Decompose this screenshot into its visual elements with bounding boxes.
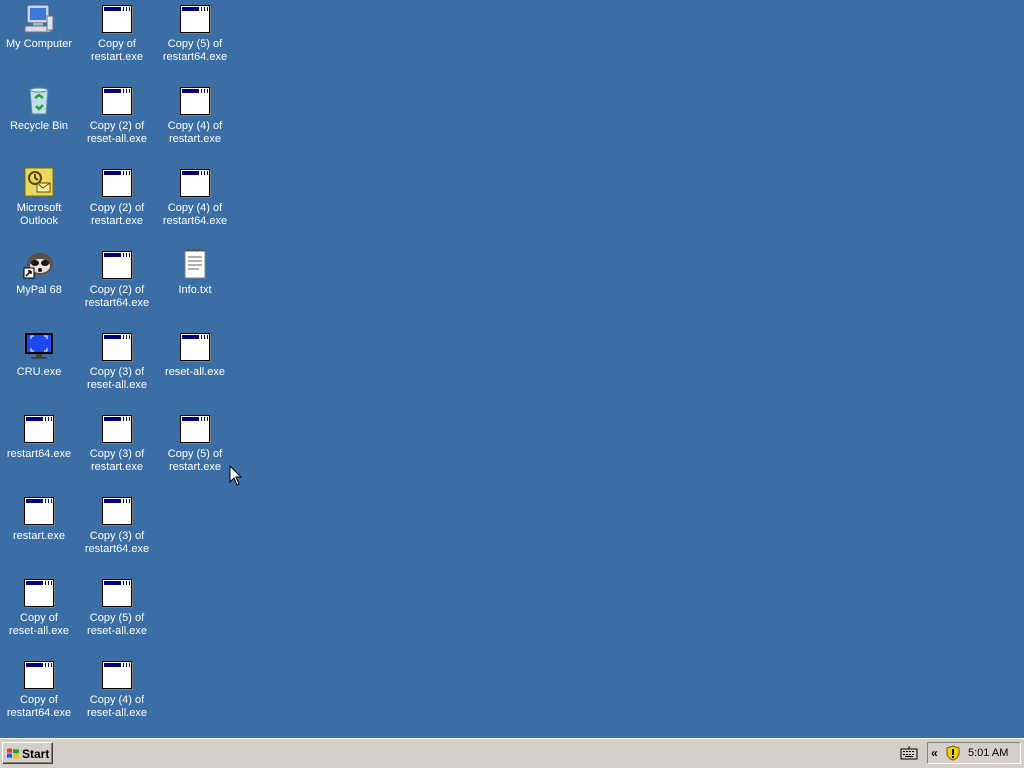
desktop-icon-restart-exe[interactable]: restart.exe [0, 492, 78, 574]
desktop-icon-copy-3-of-reset-all-exe[interactable]: Copy (3) of reset-all.exe [78, 328, 156, 410]
clock[interactable]: 5:01 AM [968, 743, 1008, 763]
desktop-icon-label: Copy of restart.exe [91, 38, 143, 63]
app-window-icon [179, 412, 211, 444]
text-file-icon [184, 249, 206, 279]
desktop-icon-copy-of-restart64-exe[interactable]: Copy of restart64.exe [0, 656, 78, 738]
app-window-icon [179, 166, 211, 198]
desktop-icon-label: Copy (5) of restart64.exe [162, 38, 228, 63]
desktop-icon-restart64-exe[interactable]: restart64.exe [0, 410, 78, 492]
app-window-icon [179, 330, 211, 362]
desktop-icon-label: Copy (3) of restart.exe [89, 448, 145, 473]
desktop-icon-label: Info.txt [178, 284, 212, 296]
app-window-icon [101, 412, 133, 444]
desktop-icon-label: Copy (5) of reset-all.exe [87, 612, 147, 637]
desktop-icon-label: Copy (4) of reset-all.exe [87, 694, 147, 719]
desktop-icon-label: Microsoft Outlook [16, 202, 62, 227]
desktop-icon-label: CRU.exe [16, 366, 62, 378]
app-window-icon [179, 2, 211, 34]
desktop-icon-label: restart64.exe [6, 448, 72, 460]
desktop-icon-copy-4-of-reset-all-exe[interactable]: Copy (4) of reset-all.exe [78, 656, 156, 738]
desktop-icon-label: Copy (2) of reset-all.exe [87, 120, 147, 145]
desktop-icon-label: Copy (2) of restart64.exe [84, 284, 150, 309]
app-window-icon [101, 330, 133, 362]
desktop-icon-label: Copy (5) of restart.exe [167, 448, 223, 473]
app-window-icon [23, 494, 55, 526]
desktop-icon-label: reset-all.exe [165, 366, 225, 378]
desktop-icon-copy-5-of-reset-all-exe[interactable]: Copy (5) of reset-all.exe [78, 574, 156, 656]
my-computer-icon [24, 4, 54, 33]
recycle-bin-icon [29, 87, 49, 115]
app-window-icon [101, 166, 133, 198]
desktop-icon-label: Copy of reset-all.exe [9, 612, 69, 637]
app-window-icon [23, 576, 55, 608]
desktop[interactable]: My Computer Recycle Bin Microsoft Outlook M… [0, 0, 1024, 738]
desktop-icon-copy-2-of-reset-all-exe[interactable]: Copy (2) of reset-all.exe [78, 82, 156, 164]
desktop-icon-copy-of-restart-exe[interactable]: Copy of restart.exe [78, 0, 156, 82]
desktop-icon-copy-3-of-restart-exe[interactable]: Copy (3) of restart.exe [78, 410, 156, 492]
desktop-icon-label: Copy (3) of restart64.exe [84, 530, 150, 555]
desktop-icon-recycle-bin[interactable]: Recycle Bin [0, 82, 78, 164]
keyboard-icon[interactable] [900, 746, 918, 760]
desktop-icon-label: Copy (3) of reset-all.exe [87, 366, 147, 391]
desktop-icon-label: Copy (2) of restart.exe [89, 202, 145, 227]
desktop-icon-label: Recycle Bin [9, 120, 69, 132]
tray-expand-button[interactable]: « [931, 743, 938, 763]
system-tray: « 5:01 AM [927, 742, 1021, 764]
desktop-icon-reset-all-exe[interactable]: reset-all.exe [156, 328, 234, 410]
desktop-icon-copy-5-of-restart-exe[interactable]: Copy (5) of restart.exe [156, 410, 234, 492]
shield-icon[interactable] [945, 745, 961, 761]
app-window-icon [101, 494, 133, 526]
mouse-cursor-icon [229, 465, 243, 486]
desktop-icon-copy-5-of-restart64-exe[interactable]: Copy (5) of restart64.exe [156, 0, 234, 82]
desktop-icon-copy-2-of-restart64-exe[interactable]: Copy (2) of restart64.exe [78, 246, 156, 328]
desktop-icon-label: MyPal 68 [16, 284, 62, 296]
app-window-icon [179, 84, 211, 116]
desktop-icon-copy-2-of-restart-exe[interactable]: Copy (2) of restart.exe [78, 164, 156, 246]
app-window-icon [101, 2, 133, 34]
app-window-icon [101, 248, 133, 280]
desktop-icon-my-computer[interactable]: My Computer [0, 0, 78, 82]
desktop-icon-label: Copy of restart64.exe [6, 694, 72, 719]
desktop-icon-microsoft-outlook[interactable]: Microsoft Outlook [0, 164, 78, 246]
desktop-icon-mypal-68[interactable]: MyPal 68 [0, 246, 78, 328]
app-window-icon [101, 658, 133, 690]
app-window-icon [23, 658, 55, 690]
app-window-icon [101, 84, 133, 116]
desktop-icon-copy-3-of-restart64-exe[interactable]: Copy (3) of restart64.exe [78, 492, 156, 574]
desktop-icon-info-txt[interactable]: Info.txt [156, 246, 234, 328]
taskbar: Start « 5:01 AM [0, 738, 1024, 768]
start-button[interactable]: Start [2, 742, 53, 764]
desktop-icon-copy-4-of-restart64-exe[interactable]: Copy (4) of restart64.exe [156, 164, 234, 246]
start-label: Start [22, 747, 50, 761]
windows-flag-icon [7, 748, 19, 759]
mypal-icon [23, 253, 53, 279]
desktop-icon-label: restart.exe [13, 530, 65, 542]
app-window-icon [23, 412, 55, 444]
desktop-icon-cru-exe[interactable]: CRU.exe [0, 328, 78, 410]
desktop-icon-label: My Computer [5, 38, 73, 50]
app-window-icon [101, 576, 133, 608]
outlook-icon [24, 167, 54, 197]
monitor-icon [25, 333, 53, 359]
desktop-icon-label: Copy (4) of restart.exe [167, 120, 223, 145]
desktop-icon-label: Copy (4) of restart64.exe [162, 202, 228, 227]
desktop-icon-copy-4-of-restart-exe[interactable]: Copy (4) of restart.exe [156, 82, 234, 164]
desktop-icon-copy-of-reset-all-exe[interactable]: Copy of reset-all.exe [0, 574, 78, 656]
